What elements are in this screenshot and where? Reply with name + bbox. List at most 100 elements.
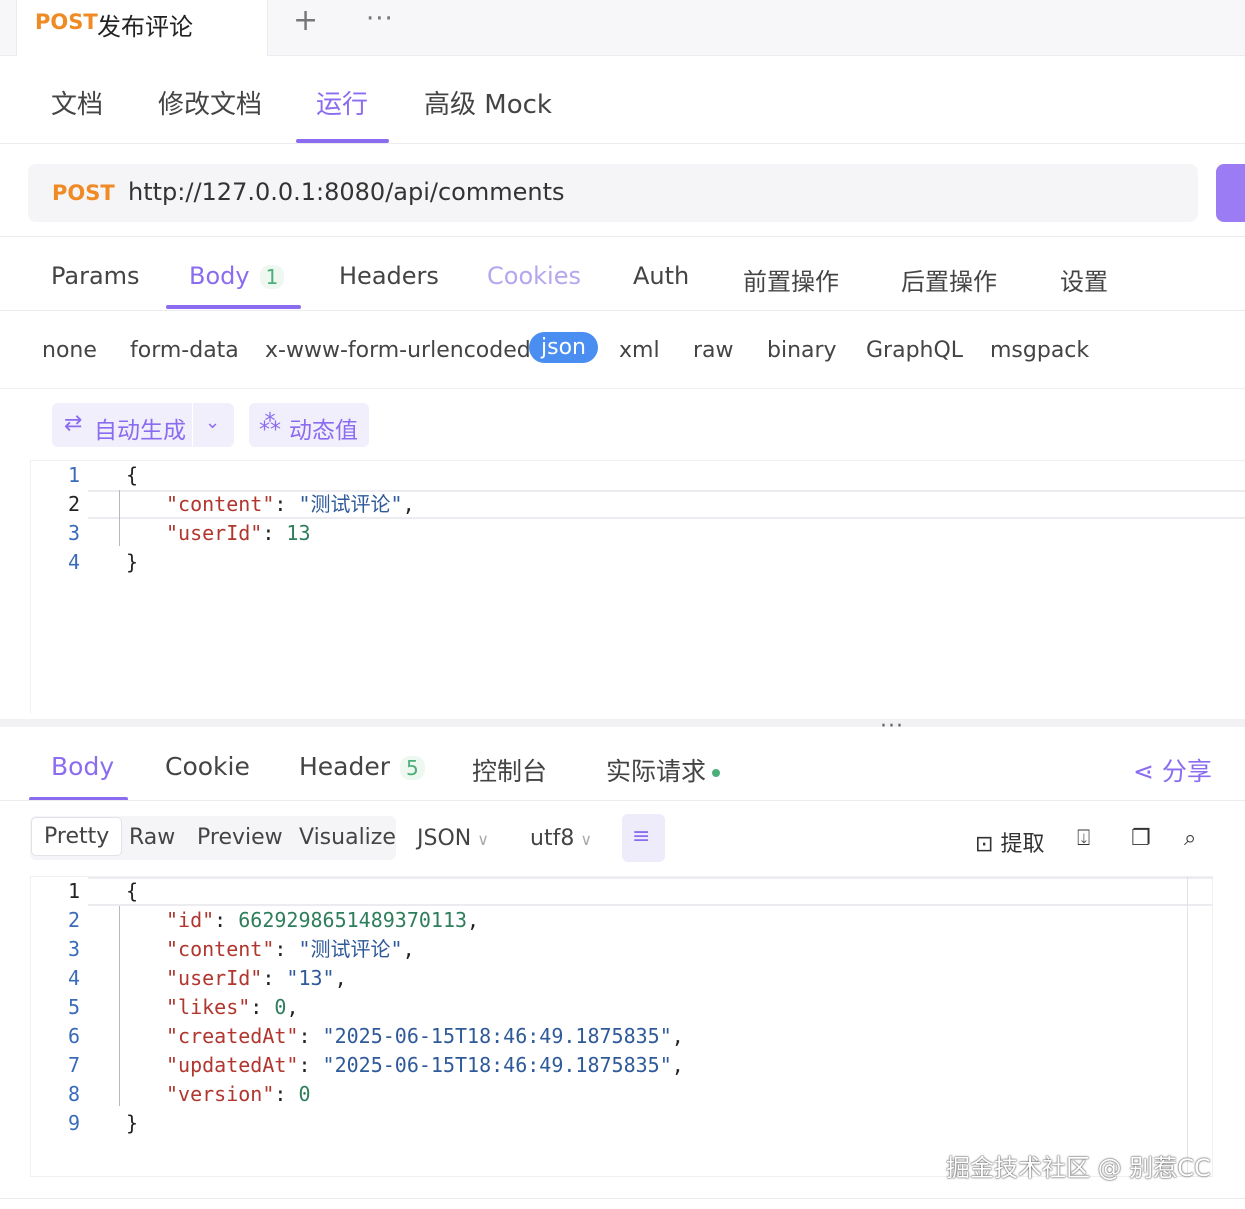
repeat-icon: ⇄ bbox=[64, 411, 83, 436]
share-button[interactable]: ⋖ 分享 bbox=[1133, 752, 1212, 788]
tab-pre-operations[interactable]: 前置操作 bbox=[743, 262, 839, 297]
request-url-input[interactable]: http://127.0.0.1:8080/api/comments bbox=[128, 178, 565, 206]
line-number: 6 bbox=[68, 1024, 81, 1048]
tab-auth[interactable]: Auth bbox=[633, 262, 689, 290]
json-string: "2025-06-15T18:46:49.1875835" bbox=[322, 1024, 672, 1048]
tab-run-underline bbox=[296, 139, 389, 143]
response-tab-console[interactable]: 控制台 bbox=[472, 752, 547, 788]
body-type-graphql[interactable]: GraphQL bbox=[866, 338, 963, 363]
extract-icon: ⊡ bbox=[975, 832, 994, 857]
share-label: 分享 bbox=[1161, 757, 1212, 786]
json-key: "userId" bbox=[166, 521, 263, 545]
view-visualize[interactable]: Visualize bbox=[299, 825, 396, 850]
response-tab-actual-request[interactable]: 实际请求 bbox=[606, 752, 721, 788]
json-number: 13 bbox=[286, 521, 311, 545]
json-key: "version" bbox=[166, 1082, 275, 1106]
json-string: "测试评论" bbox=[298, 937, 403, 961]
copy-icon[interactable]: ❐ bbox=[1131, 826, 1151, 851]
code-text: } bbox=[126, 1111, 139, 1135]
download-icon[interactable]: ⍗ bbox=[1077, 826, 1090, 851]
code-text: { bbox=[126, 463, 139, 487]
code-line: 5 "likes": 0, bbox=[38, 993, 1245, 1022]
code-text: "content": "测试评论", bbox=[166, 492, 415, 516]
body-type-json[interactable]: json bbox=[529, 332, 598, 363]
add-tab-icon[interactable]: + bbox=[293, 6, 318, 36]
share-icon: ⋖ bbox=[1133, 757, 1154, 786]
search-icon[interactable]: ⌕ bbox=[1184, 826, 1196, 851]
code-text: "createdAt": "2025-06-15T18:46:49.187583… bbox=[166, 1024, 684, 1048]
tab-params[interactable]: Params bbox=[51, 262, 140, 290]
line-number: 3 bbox=[68, 521, 81, 545]
code-text: "version": 0 bbox=[166, 1082, 311, 1106]
view-raw[interactable]: Raw bbox=[129, 825, 175, 850]
response-tab-cookie[interactable]: Cookie bbox=[165, 752, 250, 781]
divider bbox=[0, 388, 1245, 389]
body-type-binary[interactable]: binary bbox=[767, 338, 837, 363]
json-number: 6629298651489370113 bbox=[238, 908, 468, 932]
json-string: "2025-06-15T18:46:49.1875835" bbox=[322, 1053, 672, 1077]
tab-settings[interactable]: 设置 bbox=[1060, 262, 1108, 297]
tab-body[interactable]: Body 1 bbox=[189, 262, 285, 290]
chevron-down-icon[interactable]: ⌄ bbox=[205, 412, 220, 433]
tab-edit-docs[interactable]: 修改文档 bbox=[158, 84, 262, 121]
more-icon[interactable]: ··· bbox=[366, 4, 394, 34]
dynamic-value-button[interactable]: ⁂ 动态值 bbox=[249, 403, 369, 447]
url-bar[interactable]: POST http://127.0.0.1:8080/api/comments bbox=[28, 164, 1198, 222]
code-line: 1 { bbox=[38, 461, 1245, 490]
line-number: 7 bbox=[68, 1053, 81, 1077]
view-pretty[interactable]: Pretty bbox=[31, 817, 123, 856]
code-line: 7 "updatedAt": "2025-06-15T18:46:49.1875… bbox=[38, 1051, 1245, 1080]
tab-body-count: 1 bbox=[259, 265, 285, 289]
panel-splitter[interactable] bbox=[0, 719, 1245, 727]
format-select[interactable]: JSON ∨ bbox=[417, 826, 489, 851]
code-line: 2 "content": "测试评论", bbox=[38, 490, 1245, 519]
word-wrap-button[interactable]: ≡ bbox=[622, 814, 665, 862]
extract-button[interactable]: ⊡ 提取 bbox=[975, 826, 1044, 858]
line-number: 1 bbox=[68, 463, 81, 487]
tab-body-underline bbox=[166, 305, 301, 309]
code-line: 2 "id": 6629298651489370113, bbox=[38, 906, 1245, 935]
tab-post-operations[interactable]: 后置操作 bbox=[901, 262, 997, 297]
body-type-xml[interactable]: xml bbox=[619, 338, 660, 363]
body-type-form-data[interactable]: form-data bbox=[130, 338, 239, 363]
body-type-raw[interactable]: raw bbox=[693, 338, 734, 363]
tab-run[interactable]: 运行 bbox=[316, 84, 368, 121]
encoding-value: utf8 bbox=[530, 826, 575, 851]
line-number: 1 bbox=[68, 879, 81, 903]
code-line: 4 } bbox=[38, 548, 1245, 577]
divider bbox=[0, 1198, 1245, 1199]
line-number: 2 bbox=[68, 908, 81, 932]
view-preview[interactable]: Preview bbox=[197, 825, 283, 850]
response-tab-header[interactable]: Header 5 bbox=[299, 752, 425, 781]
code-text: "id": 6629298651489370113, bbox=[166, 908, 480, 932]
response-tab-body[interactable]: Body bbox=[51, 752, 114, 781]
tab-docs[interactable]: 文档 bbox=[51, 84, 103, 121]
line-number: 3 bbox=[68, 937, 81, 961]
code-line: 4 "userId": "13", bbox=[38, 964, 1245, 993]
json-string: "测试评论" bbox=[298, 492, 403, 516]
auto-generate-button[interactable]: ⇄ 自动生成 ⌄ bbox=[52, 403, 234, 447]
watermark: 掘金技术社区 @ 别惹CC bbox=[946, 1154, 1211, 1182]
code-text: "userId": 13 bbox=[166, 521, 311, 545]
json-string: "13" bbox=[286, 966, 335, 990]
tab-advanced-mock[interactable]: 高级 Mock bbox=[424, 84, 552, 121]
code-line: 9 } bbox=[38, 1109, 1245, 1138]
tab-cookies[interactable]: Cookies bbox=[487, 262, 581, 290]
tab-headers[interactable]: Headers bbox=[339, 262, 439, 290]
chevron-down-icon: ∨ bbox=[477, 830, 489, 849]
encoding-select[interactable]: utf8 ∨ bbox=[530, 826, 592, 851]
body-type-none[interactable]: none bbox=[42, 338, 97, 363]
code-text: } bbox=[126, 550, 139, 574]
body-type-urlencoded[interactable]: x-www-form-urlencoded bbox=[265, 338, 531, 363]
doc-tab-post-comment[interactable]: POST 发布评论 bbox=[16, 0, 268, 56]
drag-handle-icon[interactable]: ··· bbox=[880, 714, 904, 739]
code-line: 6 "createdAt": "2025-06-15T18:46:49.1875… bbox=[38, 1022, 1245, 1051]
dynamic-value-label: 动态值 bbox=[289, 418, 358, 444]
divider bbox=[0, 310, 1245, 311]
send-button[interactable] bbox=[1216, 164, 1245, 222]
request-method[interactable]: POST bbox=[52, 181, 115, 205]
divider bbox=[0, 236, 1245, 237]
json-key: "id" bbox=[166, 908, 215, 932]
status-dot-icon bbox=[712, 769, 721, 777]
body-type-msgpack[interactable]: msgpack bbox=[990, 338, 1089, 363]
